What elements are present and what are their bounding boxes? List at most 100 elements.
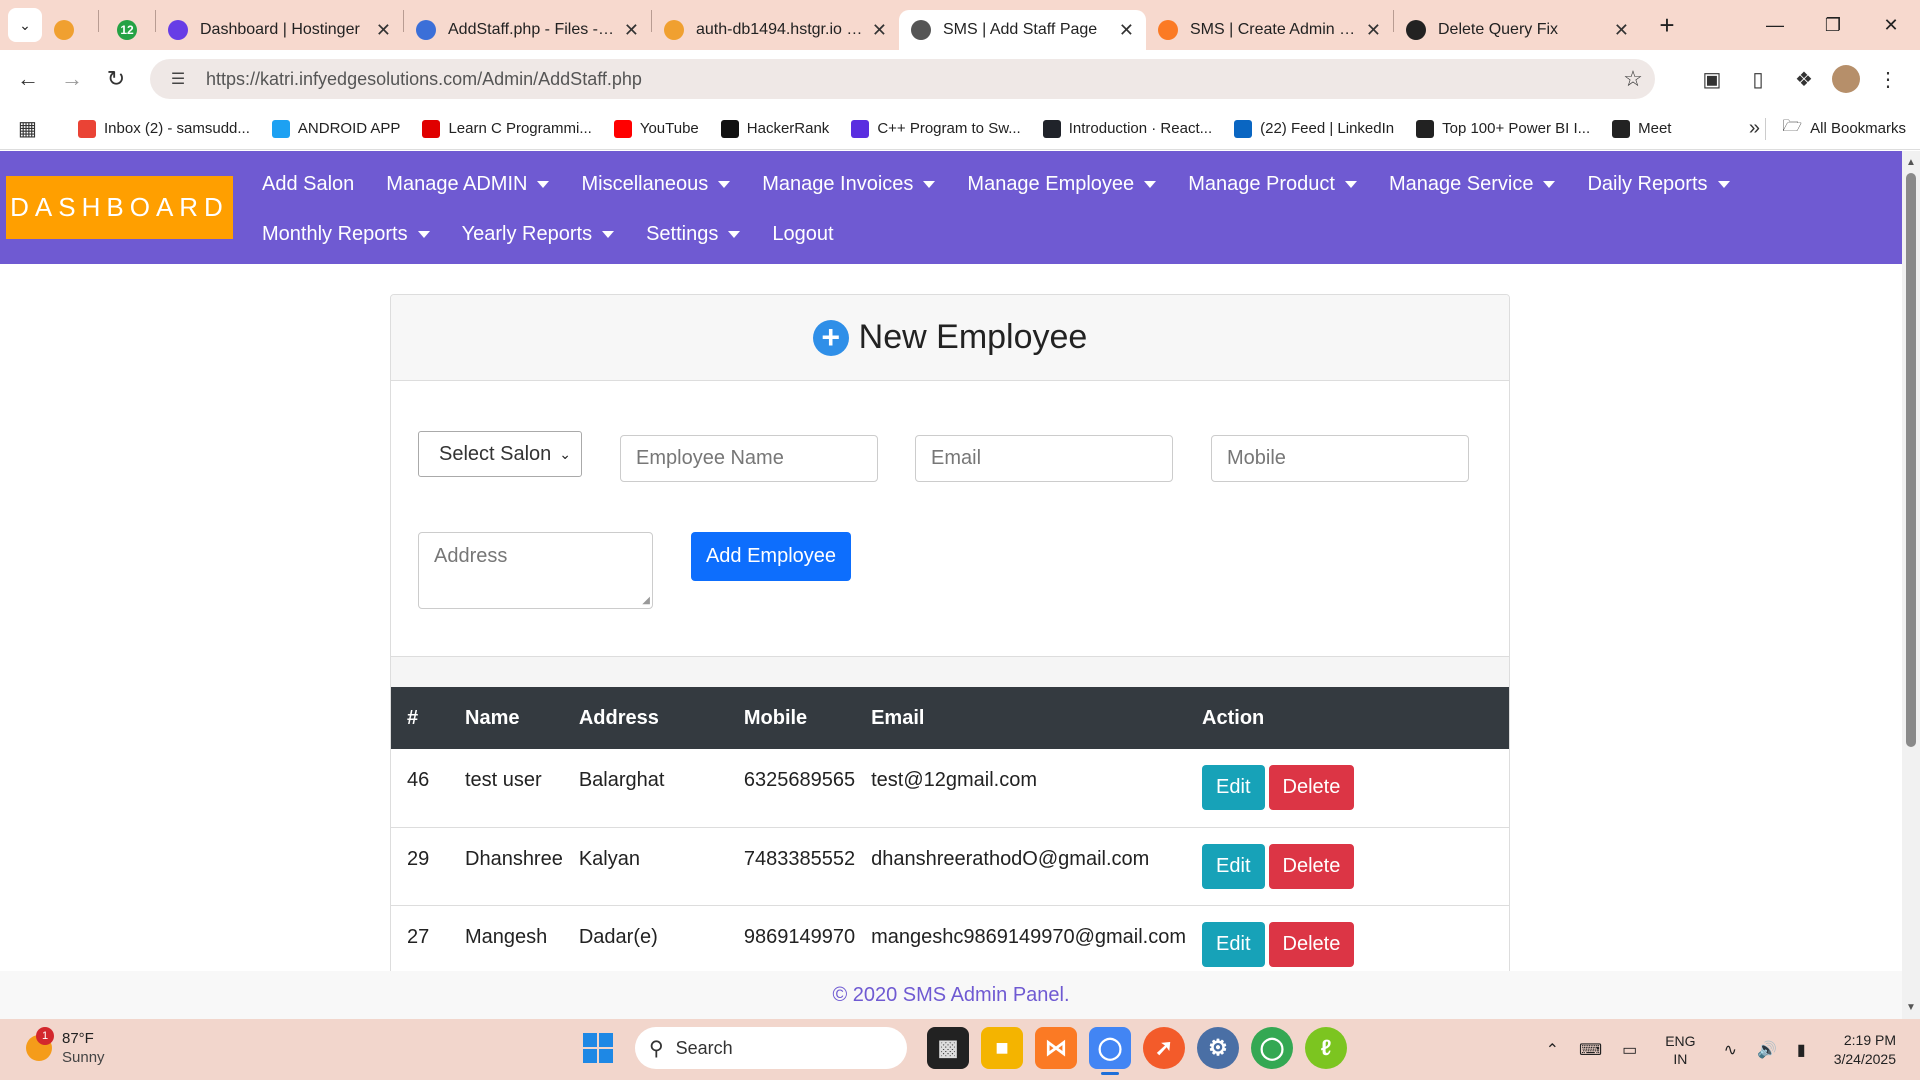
- close-tab-icon[interactable]: ✕: [624, 20, 639, 41]
- keyboard-icon[interactable]: ⌨: [1579, 1040, 1602, 1060]
- delete-button[interactable]: Delete: [1268, 765, 1355, 810]
- reload-icon[interactable]: ↻: [94, 57, 138, 101]
- browser-tab[interactable]: 12: [99, 10, 155, 50]
- task-view-icon[interactable]: ▩: [927, 1027, 969, 1069]
- mobile-input[interactable]: Mobile: [1211, 435, 1469, 482]
- bookmark-item[interactable]: (22) Feed | LinkedIn: [1234, 119, 1394, 138]
- scrollbar-thumb[interactable]: [1906, 173, 1916, 747]
- pma-icon: [54, 20, 74, 40]
- browser-tab[interactable]: Dashboard | Hostinger ✕: [156, 10, 403, 50]
- browser-tab[interactable]: auth-db1494.hstgr.io / 1 ✕: [652, 10, 899, 50]
- extension-puzzle-icon[interactable]: ▣: [1694, 59, 1730, 99]
- url-text[interactable]: https://katri.infyedgesolutions.com/Admi…: [206, 69, 1611, 90]
- delete-button[interactable]: Delete: [1268, 843, 1355, 889]
- more-bookmarks-icon[interactable]: »: [1749, 117, 1760, 140]
- browser-tab[interactable]: [42, 10, 98, 50]
- nav-item[interactable]: Monthly Reports: [262, 223, 430, 246]
- restore-icon[interactable]: ❐: [1804, 0, 1862, 50]
- nav-item[interactable]: Logout: [772, 223, 833, 246]
- scroll-up-icon[interactable]: ▲: [1906, 157, 1916, 168]
- close-tab-icon[interactable]: ✕: [1119, 20, 1134, 41]
- nav-item[interactable]: Manage ADMIN: [386, 173, 550, 196]
- chrome-icon[interactable]: ◯: [1089, 1027, 1131, 1075]
- profile-avatar[interactable]: [1832, 65, 1860, 93]
- table-cell-id: 29: [391, 827, 449, 906]
- nav-item[interactable]: Manage Product: [1188, 173, 1357, 196]
- weather-widget[interactable]: 1 87°F Sunny: [26, 1027, 105, 1067]
- salon-select[interactable]: Select Salon ⌄: [418, 431, 582, 477]
- table-header-row: # Name Address Mobile Email Action: [391, 687, 1509, 749]
- nav-item[interactable]: Settings: [646, 223, 741, 246]
- nav-item[interactable]: Manage Employee: [967, 173, 1157, 196]
- tab-search-chevron-icon[interactable]: ⌄: [8, 8, 42, 42]
- volume-icon[interactable]: 🔊: [1757, 1040, 1777, 1060]
- edit-button[interactable]: Edit: [1202, 921, 1265, 967]
- dashboard-brand[interactable]: DASHBOARD: [6, 176, 233, 239]
- display-icon[interactable]: ▭: [1622, 1040, 1637, 1060]
- clock[interactable]: 2:19 PM 3/24/2025: [1834, 1031, 1896, 1069]
- close-window-icon[interactable]: ✕: [1862, 0, 1920, 50]
- close-tab-icon[interactable]: ✕: [1614, 20, 1629, 41]
- bookmark-item[interactable]: Inbox (2) - samsudd...: [78, 119, 250, 138]
- browser-tab[interactable]: SMS | Create Admin Pa ✕: [1146, 10, 1393, 50]
- site-settings-icon[interactable]: ☰: [158, 69, 198, 89]
- bookmark-item[interactable]: Top 100+ Power BI I...: [1416, 119, 1590, 138]
- reading-list-icon[interactable]: ▯: [1740, 59, 1776, 99]
- nav-item[interactable]: Add Salon: [262, 173, 354, 196]
- battery-icon[interactable]: ▮: [1797, 1040, 1806, 1060]
- close-tab-icon[interactable]: ✕: [1366, 20, 1381, 41]
- taskbar-search[interactable]: ⚲ Search: [635, 1027, 907, 1069]
- windows-start-icon[interactable]: [583, 1033, 613, 1063]
- nav-item[interactable]: Manage Invoices: [762, 173, 936, 196]
- email-input[interactable]: Email: [915, 435, 1173, 482]
- extensions-icon[interactable]: ❖: [1786, 59, 1822, 99]
- nav-item[interactable]: Miscellaneous: [581, 173, 731, 196]
- bookmark-item[interactable]: C++ Program to Sw...: [851, 119, 1021, 138]
- page-scrollbar[interactable]: ▲ ▼: [1902, 151, 1920, 1019]
- browser-tab[interactable]: SMS | Add Staff Page ✕: [899, 10, 1146, 50]
- scroll-down-icon[interactable]: ▼: [1906, 1002, 1916, 1013]
- chrome-profile-icon[interactable]: ◯: [1251, 1027, 1293, 1069]
- bookmark-item[interactable]: Learn C Programmi...: [422, 119, 592, 138]
- chrome-menu-icon[interactable]: ⋮: [1870, 59, 1906, 99]
- settings-gear-icon[interactable]: ⚙: [1197, 1027, 1239, 1069]
- bookmark-item[interactable]: Introduction · React...: [1042, 119, 1212, 138]
- bookmark-item[interactable]: ANDROID APP: [271, 119, 400, 138]
- edit-button[interactable]: Edit: [1202, 843, 1265, 889]
- wifi-icon[interactable]: ∿: [1724, 1040, 1737, 1060]
- browser-tab[interactable]: AddStaff.php - Files - Fil ✕: [404, 10, 651, 50]
- minimize-icon[interactable]: —: [1746, 0, 1804, 50]
- edge-app-icon[interactable]: ℓ: [1305, 1027, 1347, 1069]
- nav-item[interactable]: Manage Service: [1389, 173, 1556, 196]
- bookmark-item[interactable]: Meet: [1612, 119, 1671, 138]
- edit-button[interactable]: Edit: [1202, 765, 1265, 810]
- back-arrow-icon[interactable]: ←: [6, 57, 50, 101]
- delete-button[interactable]: Delete: [1268, 921, 1355, 967]
- chevron-up-icon[interactable]: ⌃: [1546, 1040, 1559, 1060]
- bookmark-star-icon[interactable]: ☆: [1611, 66, 1655, 92]
- lang-top: ENG: [1665, 1032, 1696, 1049]
- address-textarea[interactable]: Address ◢: [418, 532, 653, 609]
- xampp-icon[interactable]: ⋈: [1035, 1027, 1077, 1069]
- add-employee-button[interactable]: Add Employee: [691, 532, 851, 581]
- nav-item[interactable]: Daily Reports: [1587, 173, 1730, 196]
- close-tab-icon[interactable]: ✕: [376, 20, 391, 41]
- new-tab-plus-icon[interactable]: +: [1647, 5, 1687, 45]
- bookmark-item[interactable]: HackerRank: [720, 119, 830, 138]
- close-tab-icon[interactable]: ✕: [872, 20, 887, 41]
- file-explorer-icon[interactable]: ■: [981, 1027, 1023, 1069]
- nav-item[interactable]: Yearly Reports: [462, 223, 615, 246]
- bookmark-item[interactable]: YouTube: [613, 119, 699, 138]
- bookmark-label: HackerRank: [746, 120, 830, 137]
- forward-arrow-icon[interactable]: →: [50, 57, 94, 101]
- browser-tab[interactable]: Delete Query Fix ✕: [1394, 10, 1641, 50]
- employee-name-input[interactable]: Employee Name: [620, 435, 878, 482]
- postman-icon[interactable]: ➚: [1143, 1027, 1185, 1069]
- bookmark-label: C++ Program to Sw...: [877, 120, 1021, 137]
- all-bookmarks[interactable]: 🗁 All Bookmarks: [1765, 115, 1906, 142]
- resize-grip-icon[interactable]: ◢: [642, 595, 650, 606]
- table-header-cell: Email: [871, 706, 925, 729]
- address-bar[interactable]: ☰ https://katri.infyedgesolutions.com/Ad…: [150, 59, 1655, 99]
- input-language[interactable]: ENG IN: [1665, 1032, 1695, 1068]
- apps-grid-icon[interactable]: ▦: [18, 116, 50, 141]
